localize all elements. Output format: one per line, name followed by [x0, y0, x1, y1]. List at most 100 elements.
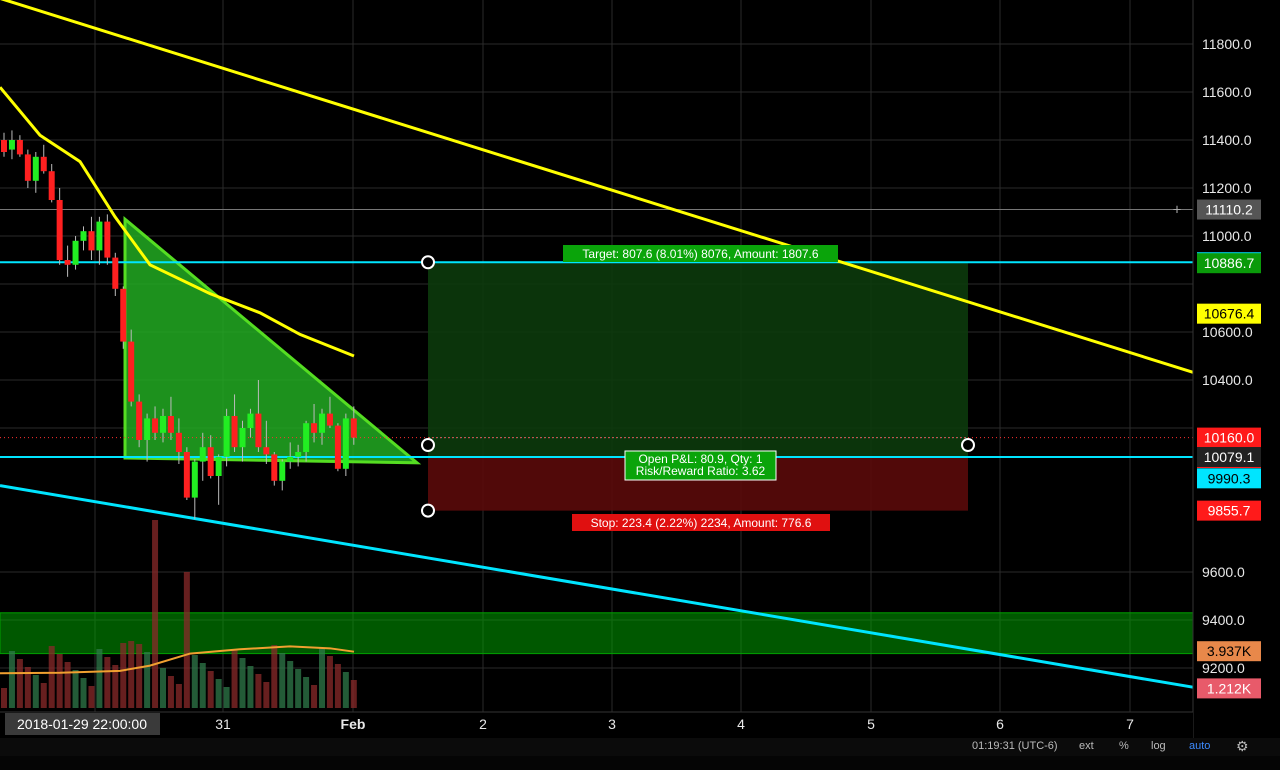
price-tick-label: 9400.0 [1202, 612, 1245, 628]
volume-bar [303, 677, 310, 708]
price-badge-text: 1.212K [1207, 680, 1252, 696]
candle-body [326, 413, 333, 426]
price-badge-text: 9855.7 [1208, 503, 1251, 519]
candle-body [311, 423, 318, 433]
candle-body [231, 416, 238, 448]
volume-bar [32, 675, 39, 708]
price-badge-text: 10676.4 [1204, 306, 1255, 322]
price-badge: 10676.4 [1197, 303, 1261, 324]
candle-body [24, 154, 31, 181]
drag-handle[interactable] [421, 255, 435, 270]
candle-body [303, 423, 310, 452]
price-badge-text: 11110.2 [1205, 202, 1253, 218]
candle-body [152, 418, 159, 433]
volume-bar [271, 645, 278, 708]
candle-body [8, 140, 15, 150]
candle-body [183, 452, 190, 498]
time-axis-bg [0, 712, 1193, 738]
price-badge-text: 3.937K [1207, 643, 1252, 659]
volume-bar [160, 668, 166, 708]
pnl-label: Open P&L: 80.9, Qty: 1Risk/Reward Ratio:… [624, 450, 777, 481]
candle-body [128, 341, 135, 402]
stop-label-text: Stop: 223.4 (2.22%) 2234, Amount: 776.6 [591, 516, 812, 530]
drag-handle[interactable] [421, 438, 435, 453]
time-tick-label: 3 [608, 716, 616, 732]
percent-toggle[interactable]: % [1119, 740, 1129, 752]
candle-body [104, 221, 111, 258]
price-badge-text: 10160.0 [1204, 430, 1255, 446]
drag-handle[interactable] [961, 438, 975, 453]
candle-body [271, 454, 278, 481]
clock-label: 01:19:31 (UTC-6) [972, 740, 1058, 752]
volume-bar [215, 679, 222, 708]
volume-bar [16, 659, 23, 708]
candle-body [48, 171, 55, 200]
time-tick-label: 6 [996, 716, 1004, 732]
volume-bar [175, 684, 182, 708]
candle-body [295, 452, 302, 457]
bottom-bar [0, 756, 1280, 770]
price-badge: 3.937K [1197, 641, 1261, 662]
price-tick-label: 10400.0 [1202, 372, 1253, 388]
drag-handle[interactable] [421, 503, 435, 518]
price-badge: 10079.1 [1197, 447, 1261, 468]
volume-bar [80, 678, 87, 708]
time-tick-label: Feb [341, 716, 366, 732]
candle-body [255, 413, 262, 448]
stop-label: Stop: 223.4 (2.22%) 2234, Amount: 776.6 [572, 514, 830, 531]
candle-body [247, 413, 254, 428]
candle-body [56, 200, 63, 260]
candle-body [350, 418, 357, 438]
volume-bar [88, 686, 95, 708]
volume-bar [350, 680, 357, 708]
candle-body [120, 288, 127, 342]
price-badge-text: 9990.3 [1208, 470, 1251, 486]
candle-body [16, 140, 23, 155]
ext-toggle[interactable]: ext [1079, 740, 1094, 752]
profit-zone [428, 262, 968, 458]
price-tick-label: 11000.0 [1202, 228, 1252, 244]
volume-bar [96, 649, 103, 708]
time-tick-label: 4 [737, 716, 745, 732]
price-badge: 10160.0 [1197, 427, 1261, 448]
candle-body [64, 260, 71, 265]
candle-body [263, 447, 270, 455]
candle-body [342, 418, 349, 469]
target-label: Target: 807.6 (8.01%) 8076, Amount: 1807… [563, 245, 838, 262]
candle-body [175, 432, 182, 452]
volume-bar [72, 670, 79, 708]
plus-icon[interactable]: + [1173, 202, 1182, 219]
candle-body [279, 461, 286, 481]
candle-body [319, 413, 325, 433]
price-chart[interactable]: Target: 807.6 (8.01%) 8076, Amount: 1807… [0, 0, 1280, 738]
volume-bar [223, 687, 230, 708]
time-cursor-badge: 2018-01-29 22:00:00 [5, 713, 160, 735]
price-tick-label: 11200.0 [1202, 180, 1252, 196]
price-badge-text: 10886.7 [1204, 255, 1255, 271]
volume-bar [263, 682, 270, 708]
candle-body [136, 401, 143, 440]
volume-bar [40, 683, 47, 708]
candle-body [239, 428, 246, 448]
volume-bar [56, 654, 63, 708]
auto-toggle[interactable]: auto [1189, 740, 1210, 752]
candle-body [199, 447, 206, 462]
gear-icon[interactable]: ⚙ [1236, 738, 1249, 755]
volume-bar [128, 641, 135, 708]
volume-bar [191, 655, 198, 708]
volume-bar [48, 646, 55, 708]
price-badge: 10886.7 [1197, 253, 1261, 274]
log-toggle[interactable]: log [1151, 740, 1166, 752]
candle-body [72, 240, 79, 265]
price-badge-text: 10079.1 [1204, 449, 1255, 465]
price-tick-label: 11800.0 [1202, 36, 1252, 52]
volume-bar [1, 688, 7, 708]
price-badge: 1.212K [1197, 678, 1261, 699]
volume-bar [207, 671, 214, 708]
volume-bar [334, 664, 341, 708]
candle-body [1, 140, 7, 152]
support-zone [0, 612, 1194, 655]
time-tick-label: 31 [215, 716, 231, 732]
chart-root[interactable]: Target: 807.6 (8.01%) 8076, Amount: 1807… [0, 0, 1280, 770]
candle-body [215, 456, 222, 476]
